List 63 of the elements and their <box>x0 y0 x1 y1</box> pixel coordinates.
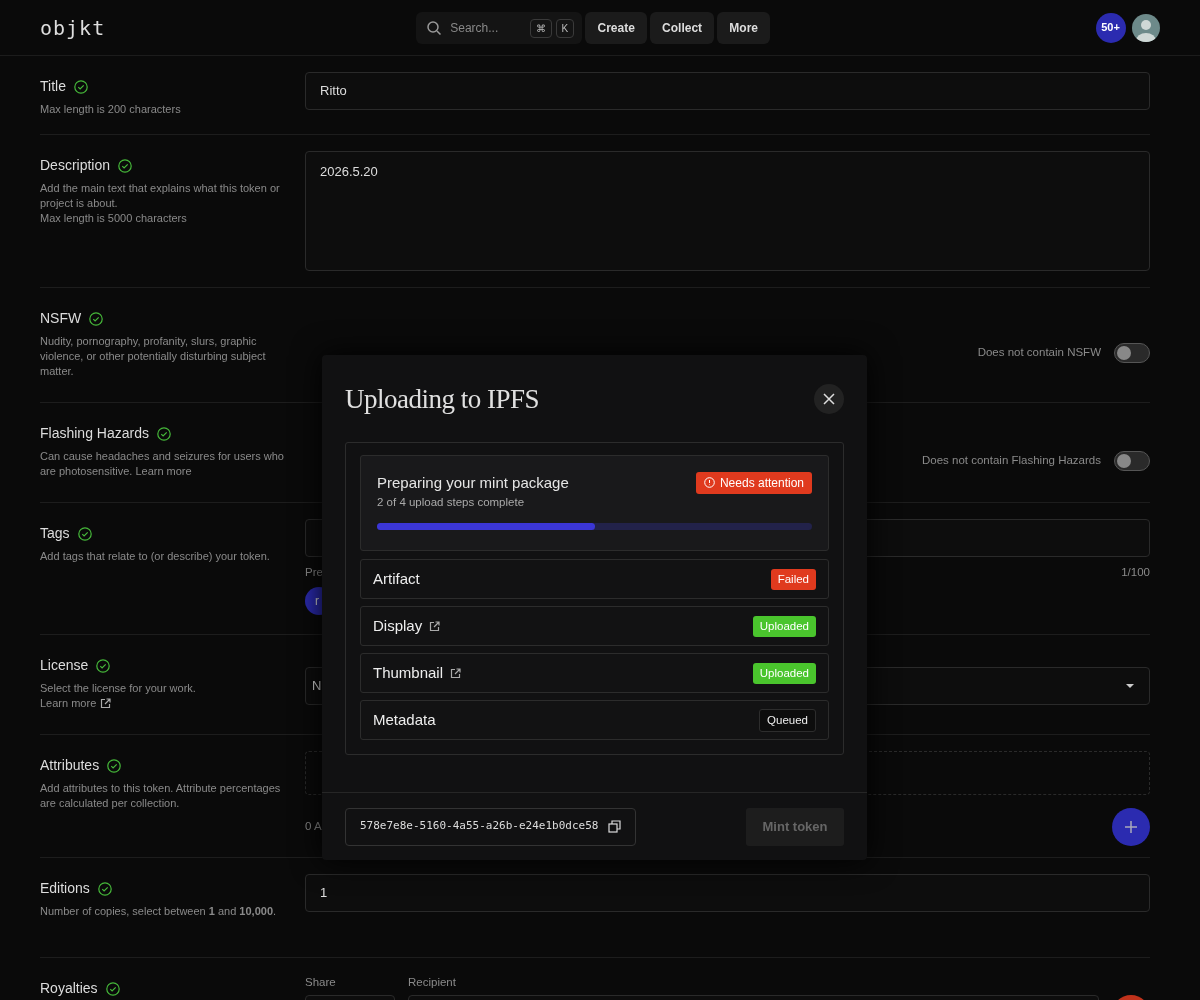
field-label: Description <box>40 156 111 175</box>
copy-icon[interactable] <box>608 820 622 833</box>
help-text: Nudity, pornography, profanity, slurs, graphic violence, or other potentially disturbing subject matter. <box>40 334 267 379</box>
step-name: Artifact <box>373 569 420 589</box>
field-label: Attributes <box>40 756 100 775</box>
toggle-switch[interactable] <box>1114 450 1150 471</box>
text-field[interactable]: Ritto <box>305 72 1150 110</box>
column-label: Recipient <box>408 975 457 990</box>
step-status: Queued <box>759 708 816 732</box>
external-link-icon[interactable] <box>428 620 440 632</box>
step-status: Failed <box>770 568 816 590</box>
logo[interactable]: objkt <box>40 12 106 43</box>
status-badge: Needs attention <box>695 471 812 494</box>
field-label: Tags <box>40 524 70 543</box>
help-text: Add attributes to this token. Attribute percentages are calculated per collection. <box>40 781 282 811</box>
external-link-icon[interactable] <box>99 698 111 709</box>
toggle-label: Does not contain Flashing Hazards <box>922 452 1101 468</box>
help-text: Add tags that relate to (or describe) your token. <box>40 549 271 564</box>
field-label: Title <box>40 77 66 96</box>
text-field[interactable]: 1 <box>305 874 1150 912</box>
field-label: NSFW <box>40 309 82 328</box>
summary-subtitle: 2 of 4 upload steps complete <box>377 495 526 510</box>
field-label: Editions <box>40 879 90 898</box>
field-label: License <box>40 656 89 675</box>
help-text: Max length is 5000 characters <box>40 211 188 226</box>
close-icon <box>823 393 835 406</box>
summary-title: Preparing your mint package <box>377 472 569 493</box>
add-button[interactable] <box>1112 808 1150 846</box>
learn-more-link[interactable]: Learn more <box>40 696 97 711</box>
nav-button[interactable]: More <box>717 11 770 44</box>
help-text: Select the license for your work. <box>40 681 197 696</box>
textarea-field[interactable]: 2026.5.20 <box>305 151 1150 271</box>
tag-count: 1/100 <box>1121 564 1150 580</box>
nav-button[interactable]: Create <box>585 11 647 44</box>
step-name: Display <box>373 616 423 636</box>
column-label: Share <box>305 975 337 990</box>
hint-text: 0 A <box>305 819 322 835</box>
step-status: Uploaded <box>752 662 816 684</box>
modal-title: Uploading to IPFS <box>345 383 540 416</box>
caret-icon <box>1125 683 1135 689</box>
shortcut-key: ⌘ <box>530 18 553 38</box>
step-name: Metadata <box>373 710 436 730</box>
help-text: Can cause headaches and seizures for users who are photosensitive. Learn more <box>40 449 285 479</box>
nav-button[interactable]: Collect <box>650 11 715 44</box>
external-link-icon[interactable] <box>449 667 461 679</box>
notification-badge[interactable]: 50+ <box>1095 12 1126 43</box>
hint-text: Pre <box>305 564 323 580</box>
shortcut-key: K <box>555 18 575 38</box>
avatar[interactable] <box>1132 13 1160 42</box>
step-status: Uploaded <box>752 615 816 637</box>
field-label: Royalties <box>40 979 98 998</box>
close-button[interactable] <box>814 384 844 415</box>
help-text: Add the main text that explains what this token or project is about. <box>40 181 281 211</box>
help-text: Max length is 200 characters <box>40 102 182 117</box>
token-id-field: 578e7e8e-5160-4a55-a26b-e24e1b0dce58 <box>345 807 637 846</box>
field-label: Flashing Hazards <box>40 424 149 443</box>
help-text: Number of copies, select between 1 and 10,000. <box>40 904 278 919</box>
search-icon <box>426 19 443 36</box>
plus-icon <box>1124 820 1138 834</box>
toggle-switch[interactable] <box>1114 343 1150 363</box>
alert-icon <box>703 477 715 488</box>
toggle-label: Does not contain NSFW <box>977 345 1101 361</box>
step-name: Thumbnail <box>373 663 444 683</box>
